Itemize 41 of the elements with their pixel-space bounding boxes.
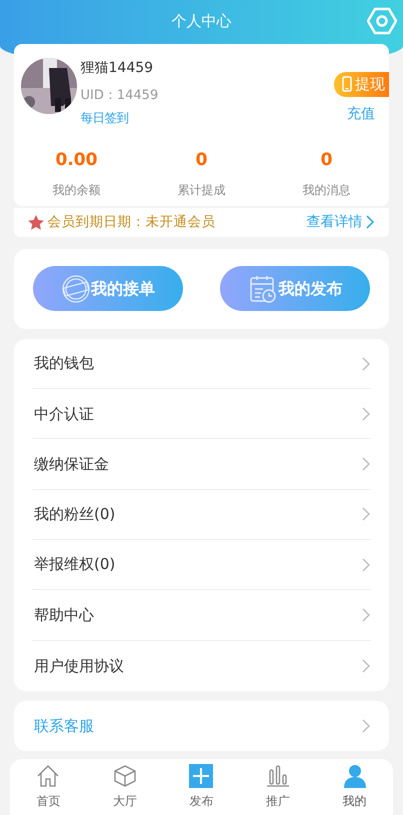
calendar-icon <box>248 274 278 304</box>
chevron-icon <box>362 558 371 572</box>
page-title: 个人中心 <box>172 10 232 32</box>
tab-button[interactable]: 发布 <box>171 764 232 810</box>
tab-button[interactable]: 大厅 <box>94 764 155 810</box>
membership-status: 会员到期日期：未开通会员 <box>48 213 216 232</box>
phone-icon <box>342 76 352 92</box>
chevron-icon <box>362 658 371 673</box>
chevron-icon <box>362 457 371 472</box>
bar-chart-icon <box>266 764 290 788</box>
stat-label: 累计提成 <box>178 182 226 199</box>
chevron-icon <box>362 356 371 371</box>
menu-item[interactable]: 中介认证 <box>32 389 371 440</box>
menu-item[interactable]: 举报维权(0) <box>32 540 371 590</box>
plus-icon <box>189 764 214 788</box>
menu-item[interactable]: 用户使用协议 <box>32 640 371 691</box>
tab-button[interactable]: 首页 <box>18 764 78 810</box>
chevron-icon <box>362 608 371 622</box>
stat-value: 0.00 <box>56 149 98 172</box>
cube-icon <box>112 764 137 788</box>
stat-value: 0 <box>196 149 208 172</box>
user-name: 狸猫14459 <box>80 59 154 78</box>
chevron-icon <box>366 215 375 230</box>
menu-item[interactable]: 我的粉丝(0) <box>32 490 371 540</box>
tab-button[interactable]: 推广 <box>248 764 308 810</box>
menu-item[interactable]: 我的钱包 <box>32 338 371 390</box>
home-icon <box>36 764 60 788</box>
menu-item[interactable]: 帮助中心 <box>32 590 371 641</box>
menu-item[interactable]: 缴纳保证金 <box>32 439 371 490</box>
star-icon <box>28 214 44 230</box>
chevron-icon <box>362 406 371 421</box>
stat-label: 我的消息 <box>302 182 350 199</box>
stamp-icon <box>60 274 91 304</box>
chevron-icon <box>362 719 371 734</box>
user-icon <box>342 764 367 788</box>
chevron-icon <box>362 507 371 522</box>
tab-button[interactable]: 我的 <box>324 764 385 810</box>
user-id: UID：14459 <box>80 87 158 105</box>
stat-value: 0 <box>320 149 332 172</box>
stat-label: 我的余额 <box>52 182 100 199</box>
settings-button[interactable] <box>367 7 397 35</box>
